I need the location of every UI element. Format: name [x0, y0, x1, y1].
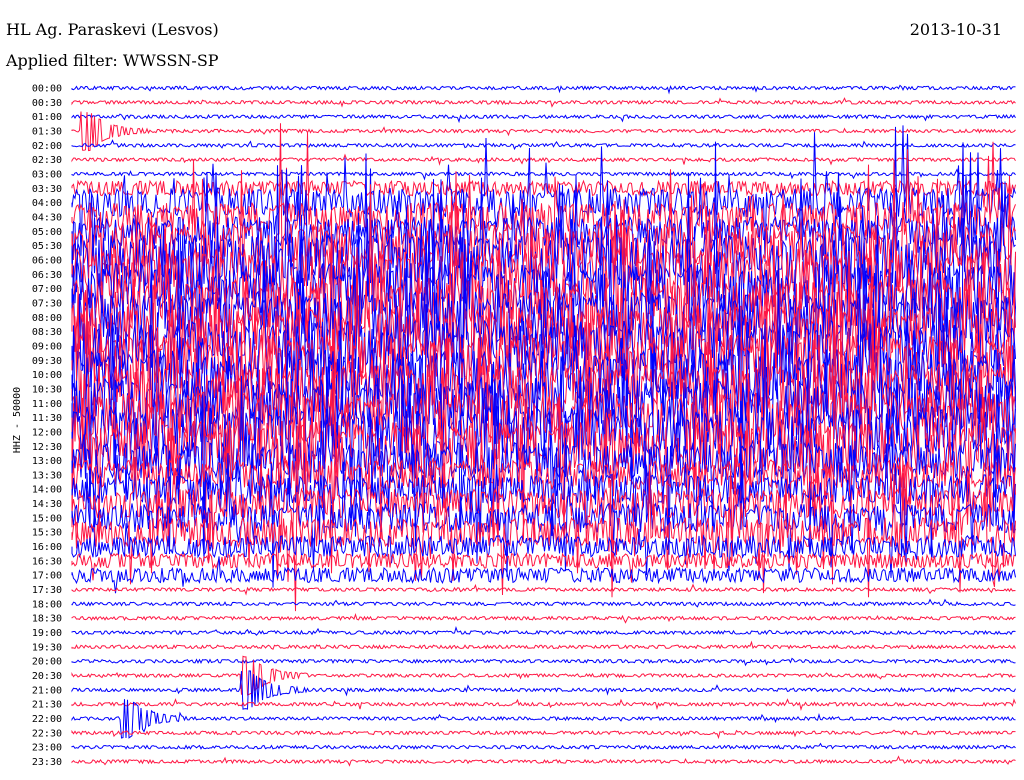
- trace-row: [71, 755, 1016, 767]
- row-time-label: 04:30: [32, 212, 62, 223]
- row-time-label: 05:00: [32, 227, 62, 238]
- row-time-label: 00:30: [32, 98, 62, 109]
- row-time-label: 13:30: [32, 470, 62, 481]
- trace-row: [71, 657, 1016, 667]
- trace-row: [71, 139, 1016, 151]
- row-time-label: 06:00: [32, 255, 62, 266]
- row-time-label: 23:30: [32, 757, 62, 768]
- trace-row: [71, 583, 1016, 596]
- row-time-label: 17:30: [32, 585, 62, 596]
- row-time-label: 11:30: [32, 413, 62, 424]
- row-time-label: 06:30: [32, 270, 62, 281]
- row-time-label: 09:30: [32, 356, 62, 367]
- row-time-label: 03:30: [32, 184, 62, 195]
- trace-row: [71, 113, 1016, 124]
- row-time-label: 22:30: [32, 728, 62, 739]
- row-time-label: 05:30: [32, 241, 62, 252]
- row-time-label: 15:00: [32, 513, 62, 524]
- row-time-label: 07:00: [32, 284, 62, 295]
- row-time-label: 04:00: [32, 198, 62, 209]
- row-time-label: 02:00: [32, 141, 62, 152]
- row-time-label: 20:30: [32, 671, 62, 682]
- trace-row: [71, 153, 1016, 166]
- row-time-label: 01:00: [32, 112, 62, 123]
- row-time-label: 21:30: [32, 700, 62, 711]
- row-time-label: 08:30: [32, 327, 62, 338]
- trace-row: [71, 729, 1016, 740]
- row-time-label: 07:30: [32, 298, 62, 309]
- trace-row: [71, 742, 1016, 750]
- row-time-label: 15:30: [32, 528, 62, 539]
- row-time-label: 10:30: [32, 384, 62, 395]
- row-time-label: 18:30: [32, 614, 62, 625]
- trace-row: [71, 598, 1016, 608]
- row-time-label: 03:00: [32, 169, 62, 180]
- row-time-label: 19:30: [32, 642, 62, 653]
- row-time-label: 09:00: [32, 341, 62, 352]
- trace-row: [71, 179, 1016, 208]
- row-time-label: 13:00: [32, 456, 62, 467]
- row-time-label: 01:30: [32, 126, 62, 137]
- row-time-label: 14:30: [32, 499, 62, 510]
- row-time-label: 02:30: [32, 155, 62, 166]
- trace-row: [71, 698, 1016, 712]
- row-time-label: 22:00: [32, 714, 62, 725]
- trace-row: [71, 625, 1016, 636]
- row-time-label: 10:00: [32, 370, 62, 381]
- row-time-label: 00:00: [32, 84, 62, 95]
- row-time-label: 17:00: [32, 571, 62, 582]
- trace-row: [71, 97, 1016, 108]
- row-time-label: 08:00: [32, 313, 62, 324]
- row-time-label: 21:00: [32, 685, 62, 696]
- row-time-label: 11:00: [32, 399, 62, 410]
- row-time-label: 14:00: [32, 485, 62, 496]
- trace-row: [71, 84, 1016, 95]
- row-time-label: 12:30: [32, 442, 62, 453]
- row-time-label: 20:00: [32, 657, 62, 668]
- row-time-label: 12:00: [32, 427, 62, 438]
- row-time-label: 23:00: [32, 743, 62, 754]
- row-time-label: 16:30: [32, 556, 62, 567]
- row-time-label: 18:00: [32, 599, 62, 610]
- row-time-label: 19:00: [32, 628, 62, 639]
- row-time-label: 16:00: [32, 542, 62, 553]
- seismogram-plot: 00:00 00:30 01:00 01:30 02:00 02:30 03:00 03:30…: [32, 84, 1016, 768]
- trace-row: [71, 640, 1016, 650]
- trace-row: [71, 612, 1016, 624]
